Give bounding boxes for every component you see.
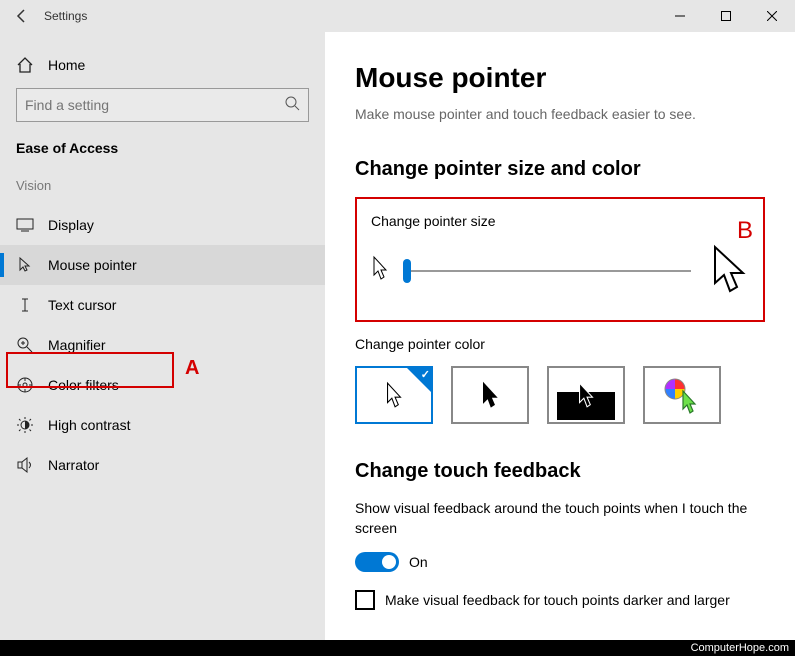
home-label: Home bbox=[48, 57, 85, 73]
search-icon bbox=[284, 95, 300, 116]
pointer-color-inverted[interactable] bbox=[547, 366, 625, 424]
darker-larger-row: Make visual feedback for touch points da… bbox=[355, 590, 765, 610]
check-icon bbox=[407, 368, 431, 392]
titlebar-left: Settings bbox=[0, 8, 87, 24]
nav-color-filters[interactable]: Color filters bbox=[0, 365, 325, 405]
magnifier-icon bbox=[16, 336, 34, 354]
settings-window: Settings Home Ease of Access V bbox=[0, 0, 795, 640]
section-title: Ease of Access bbox=[0, 140, 325, 178]
nav-mouse-pointer[interactable]: Mouse pointer bbox=[0, 245, 325, 285]
nav-label: Color filters bbox=[48, 377, 119, 393]
large-cursor-icon bbox=[709, 243, 749, 298]
nav-text-cursor[interactable]: Text cursor bbox=[0, 285, 325, 325]
sidebar: Home Ease of Access Vision Display Mouse… bbox=[0, 32, 325, 640]
text-cursor-icon bbox=[16, 296, 34, 314]
touch-feedback-desc: Show visual feedback around the touch po… bbox=[355, 499, 765, 538]
close-button[interactable] bbox=[749, 0, 795, 32]
pointer-size-slider[interactable] bbox=[403, 270, 691, 272]
search-box[interactable] bbox=[16, 88, 309, 122]
touch-feedback-toggle[interactable] bbox=[355, 552, 399, 572]
body: Home Ease of Access Vision Display Mouse… bbox=[0, 32, 795, 640]
pointer-color-black[interactable] bbox=[451, 366, 529, 424]
footer-attribution: ComputerHope.com bbox=[0, 640, 795, 656]
page-subtitle: Make mouse pointer and touch feedback ea… bbox=[355, 106, 765, 122]
high-contrast-icon bbox=[16, 416, 34, 434]
pointer-color-custom[interactable] bbox=[643, 366, 721, 424]
section-touch-feedback: Change touch feedback bbox=[355, 460, 765, 483]
nav-label: Display bbox=[48, 217, 94, 233]
group-label: Vision bbox=[0, 178, 325, 205]
nav-label: Narrator bbox=[48, 457, 99, 473]
pointer-color-label: Change pointer color bbox=[355, 336, 765, 352]
home-icon bbox=[16, 56, 34, 74]
window-controls bbox=[657, 0, 795, 32]
touch-feedback-toggle-row: On bbox=[355, 552, 765, 572]
small-cursor-icon bbox=[371, 255, 389, 286]
darker-larger-label: Make visual feedback for touch points da… bbox=[385, 592, 730, 608]
main-content: Mouse pointer Make mouse pointer and tou… bbox=[325, 32, 795, 640]
nav-narrator[interactable]: Narrator bbox=[0, 445, 325, 485]
color-filters-icon bbox=[16, 376, 34, 394]
display-icon bbox=[16, 216, 34, 234]
window-title: Settings bbox=[44, 9, 87, 23]
minimize-button[interactable] bbox=[657, 0, 703, 32]
narrator-icon bbox=[16, 456, 34, 474]
nav-magnifier[interactable]: Magnifier bbox=[0, 325, 325, 365]
mouse-pointer-icon bbox=[16, 256, 34, 274]
back-button[interactable] bbox=[14, 8, 30, 24]
pointer-size-label: Change pointer size bbox=[371, 213, 749, 229]
pointer-color-white[interactable] bbox=[355, 366, 433, 424]
nav-label: High contrast bbox=[48, 417, 130, 433]
toggle-state-label: On bbox=[409, 554, 428, 570]
darker-larger-checkbox[interactable] bbox=[355, 590, 375, 610]
nav-label: Mouse pointer bbox=[48, 257, 137, 273]
nav-label: Text cursor bbox=[48, 297, 116, 313]
pointer-color-options bbox=[355, 366, 765, 424]
annotation-box-b: B Change pointer size bbox=[355, 197, 765, 322]
titlebar: Settings bbox=[0, 0, 795, 32]
search-input[interactable] bbox=[25, 97, 284, 113]
home-nav[interactable]: Home bbox=[0, 50, 325, 88]
page-title: Mouse pointer bbox=[355, 62, 765, 94]
nav-label: Magnifier bbox=[48, 337, 106, 353]
nav-high-contrast[interactable]: High contrast bbox=[0, 405, 325, 445]
maximize-button[interactable] bbox=[703, 0, 749, 32]
nav-display[interactable]: Display bbox=[0, 205, 325, 245]
section-pointer-size-color: Change pointer size and color bbox=[355, 158, 765, 181]
pointer-size-slider-row bbox=[371, 243, 749, 298]
slider-thumb[interactable] bbox=[403, 259, 411, 283]
